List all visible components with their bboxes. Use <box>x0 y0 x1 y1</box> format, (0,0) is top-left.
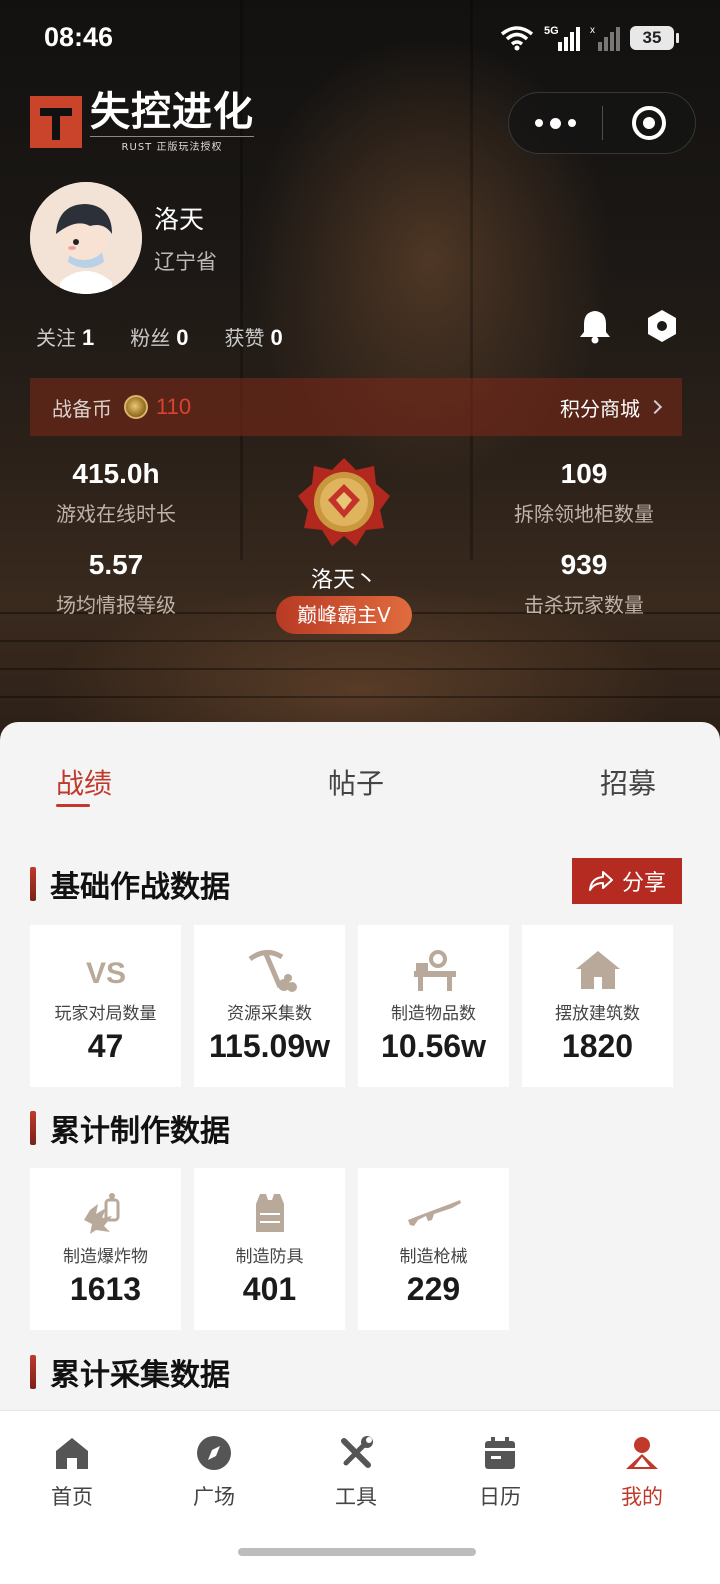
stat-card[interactable]: 制造爆炸物 1613 <box>30 1168 181 1330</box>
tab-recruit[interactable]: 招募 <box>600 762 656 802</box>
stat-cabinets: 109 拆除领地柜数量 <box>514 458 654 526</box>
battery-icon: 35 <box>630 26 679 50</box>
chevron-right-icon <box>647 399 663 415</box>
tools-icon <box>341 1436 373 1468</box>
section-title-basic: 基础作战数据 <box>30 862 230 906</box>
status-time: 08:46 <box>44 22 114 52</box>
signal-empty-icon: x <box>590 25 620 51</box>
rifle-icon <box>407 1200 461 1226</box>
avatar[interactable] <box>30 182 142 294</box>
tab-posts[interactable]: 帖子 <box>328 762 384 802</box>
svg-text:x: x <box>590 25 595 36</box>
coin-value: 110 <box>156 394 192 419</box>
stat-card[interactable]: VS 玩家对局数量 47 <box>30 925 181 1087</box>
nav-home[interactable]: 首页 <box>22 1435 122 1511</box>
social-stats: 关注 1 粉丝 0 获赞 0 <box>36 322 283 351</box>
svg-text:5G: 5G <box>544 25 559 37</box>
nav-tools[interactable]: 工具 <box>306 1435 406 1511</box>
fans-stat[interactable]: 粉丝 0 <box>130 322 188 351</box>
nav-calendar[interactable]: 日历 <box>450 1435 550 1511</box>
logo-mark-icon <box>30 95 82 148</box>
stat-card[interactable]: 制造枪械 229 <box>358 1168 509 1330</box>
content-sheet: 战绩 帖子 招募 基础作战数据 分享 VS 玩家对局数量 47 资源采集数 11… <box>0 722 720 1412</box>
signal-5g-icon: 5G <box>544 25 580 51</box>
app-logo: 失控进化 RUST 正版玩法授权 <box>30 90 254 153</box>
stat-card[interactable]: 资源采集数 115.09w <box>194 925 345 1087</box>
home-indicator <box>238 1548 476 1556</box>
compass-icon <box>197 1436 231 1470</box>
player-name: 洛天丶 <box>310 568 377 593</box>
nav-profile[interactable]: 我的 <box>592 1435 692 1511</box>
bell-icon[interactable] <box>578 308 612 344</box>
miniprogram-capsule <box>508 92 696 154</box>
nav-plaza[interactable]: 广场 <box>164 1435 264 1511</box>
settings-icon[interactable] <box>644 308 680 344</box>
status-bar: 08:46 5G x 35 <box>0 0 720 80</box>
section-title-gather: 累计采集数据 <box>30 1350 230 1394</box>
more-options-button[interactable] <box>509 93 602 153</box>
likes-stat[interactable]: 获赞 0 <box>225 322 283 351</box>
workbench-icon <box>413 950 456 991</box>
share-button[interactable]: 分享 <box>572 858 682 904</box>
wifi-icon <box>500 26 534 51</box>
calendar-icon <box>485 1437 515 1469</box>
logo-subtitle: RUST 正版玩法授权 <box>90 136 254 153</box>
pickaxe-icon <box>248 950 297 992</box>
stat-card[interactable]: 制造物品数 10.56w <box>358 925 509 1087</box>
bottom-nav: 首页 广场 工具 日历 我的 <box>0 1410 720 1584</box>
home-icon <box>56 1438 88 1469</box>
section-title-craft: 累计制作数据 <box>30 1106 230 1150</box>
svg-text:VS: VS <box>85 957 125 990</box>
follow-stat[interactable]: 关注 1 <box>36 322 94 351</box>
stat-card[interactable]: 摆放建筑数 1820 <box>522 925 673 1087</box>
tab-indicator <box>56 804 90 807</box>
share-icon <box>588 871 613 891</box>
stat-kills: 939 击杀玩家数量 <box>524 549 644 617</box>
target-icon <box>631 106 666 140</box>
house-icon <box>575 951 620 989</box>
vs-icon: VS <box>85 957 125 990</box>
stat-card[interactable]: 制造防具 401 <box>194 1168 345 1330</box>
close-miniprogram-button[interactable] <box>603 93 696 153</box>
stat-online-time: 415.0h 游戏在线时长 <box>56 458 176 526</box>
username: 洛天 <box>154 205 205 234</box>
logo-title: 失控进化 <box>90 89 254 135</box>
profile-icon <box>626 1437 658 1469</box>
rank-badge: 巅峰霸主V <box>276 596 412 634</box>
stat-intel-level: 5.57 场均情报等级 <box>56 549 176 617</box>
coin-bar: 战备币 110 积分商城 <box>30 378 682 436</box>
coin-icon <box>124 395 148 419</box>
tab-bar: 战绩 帖子 招募 <box>0 722 720 822</box>
profile-header: 08:46 5G x 35 失控进化 RUST 正版玩法授权 洛天 辽宁省 关注… <box>0 0 720 760</box>
province: 辽宁省 <box>154 250 217 274</box>
coin-label: 战备币 <box>52 396 112 421</box>
explosive-icon <box>83 1193 119 1234</box>
tab-records[interactable]: 战绩 <box>56 762 112 802</box>
rank-medal-icon <box>298 458 390 546</box>
armor-icon <box>255 1194 284 1232</box>
points-mall-link[interactable]: 积分商城 <box>560 393 663 422</box>
